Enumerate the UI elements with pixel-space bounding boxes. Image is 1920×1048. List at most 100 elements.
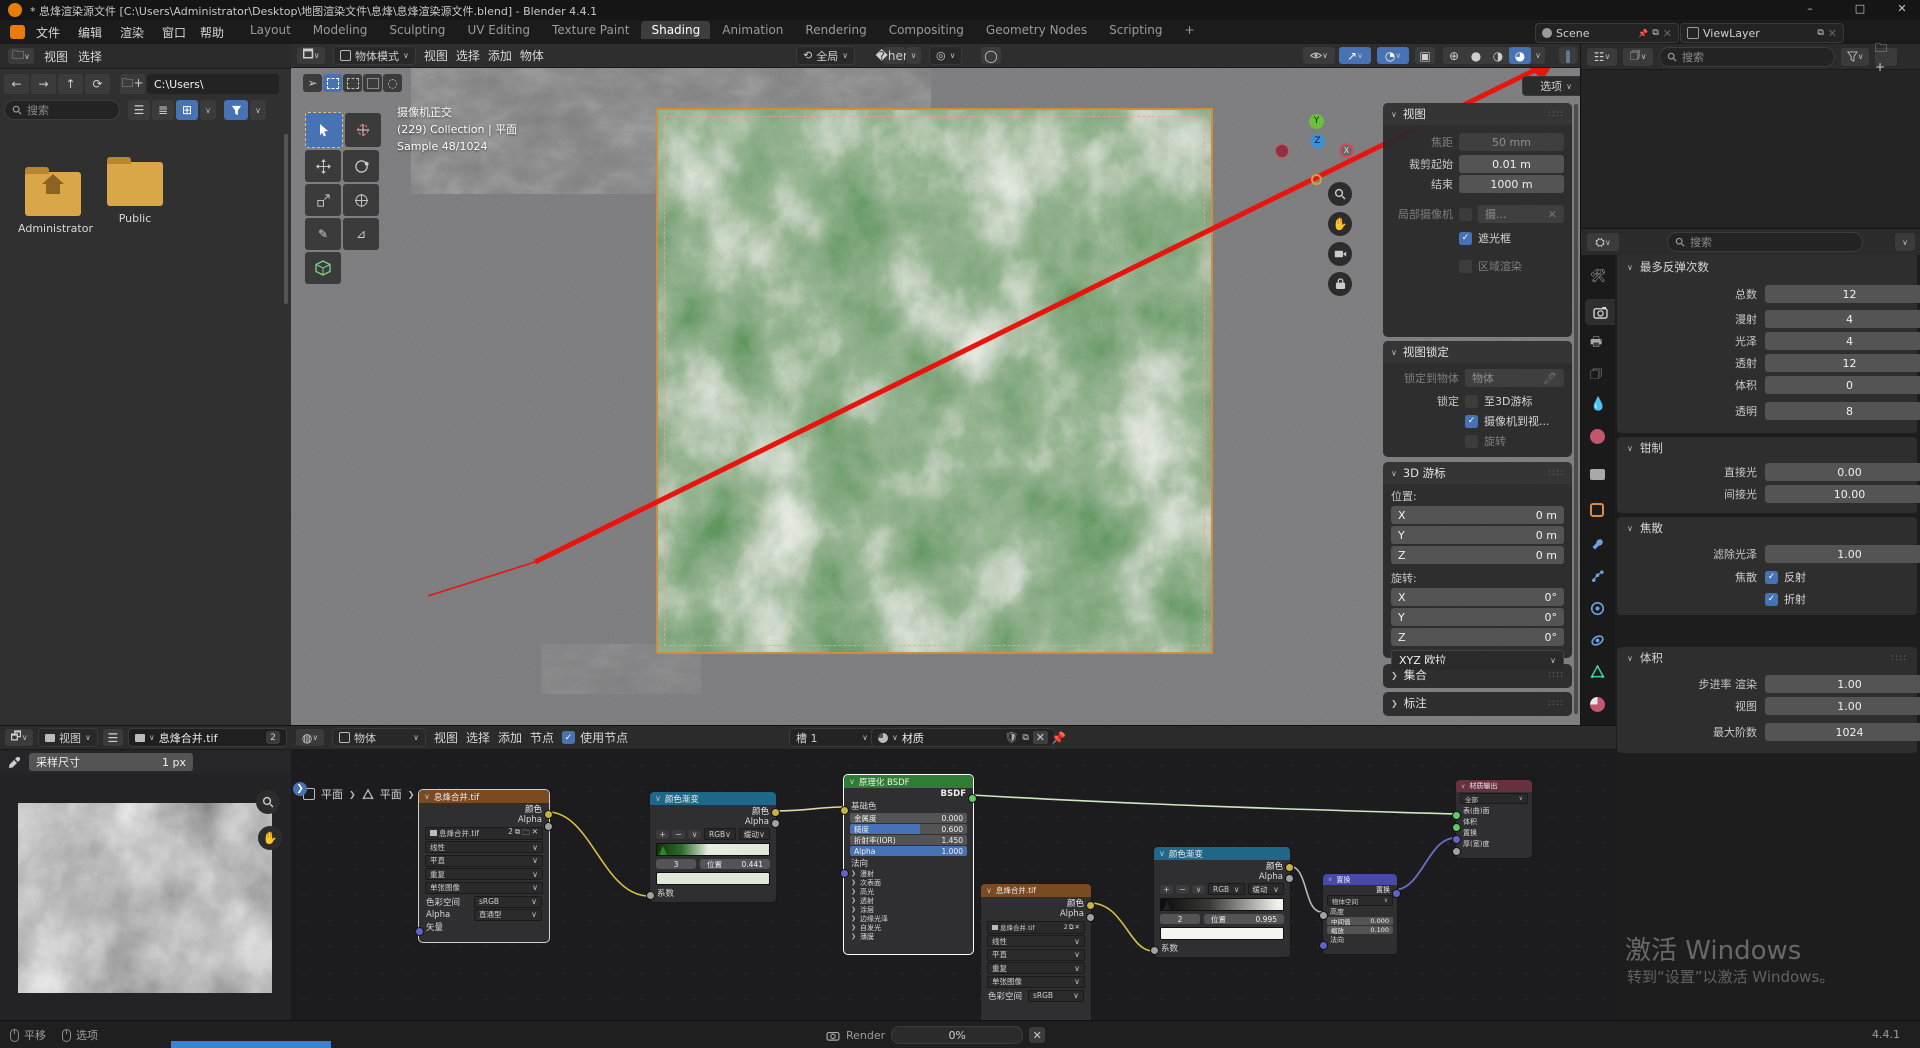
local-camera-field[interactable]: 摄...✕ bbox=[1478, 205, 1564, 223]
tab-shading[interactable]: Shading bbox=[641, 21, 710, 39]
file-browser-type-icon[interactable]: 🗀∨ bbox=[8, 48, 34, 64]
passepartout-checkbox[interactable]: ✓ bbox=[1459, 232, 1472, 245]
socket-displacement-in[interactable] bbox=[1452, 835, 1461, 844]
cursor-rot-z[interactable]: Z0° bbox=[1391, 628, 1564, 646]
tab-geometry-nodes[interactable]: Geometry Nodes bbox=[976, 21, 1097, 39]
xray-toggle[interactable]: ▣ bbox=[1415, 47, 1435, 64]
roughness-slider[interactable]: 糙度0.600 bbox=[850, 824, 967, 834]
clamp-indirect[interactable]: 10.00 bbox=[1765, 485, 1920, 503]
caustics-reflective-checkbox[interactable]: ✓ bbox=[1765, 571, 1778, 584]
visibility-dropdown[interactable]: ∨ bbox=[1303, 47, 1335, 64]
move-tool[interactable] bbox=[305, 150, 341, 182]
viewport-menu-add[interactable]: 添加 bbox=[488, 47, 512, 64]
socket-height-in[interactable] bbox=[1319, 911, 1328, 920]
minimize-button[interactable]: – bbox=[1790, 2, 1830, 15]
menu-edit[interactable]: 编辑 bbox=[78, 24, 102, 41]
node-header[interactable]: ∨息烽合并.tif bbox=[981, 884, 1091, 897]
filter-funnel-icon[interactable] bbox=[224, 100, 248, 120]
bounces-transmission[interactable]: 12 bbox=[1765, 354, 1920, 372]
npanel-cursor-header[interactable]: ∨3D 游标:::: bbox=[1383, 462, 1572, 484]
ramp-add-stop[interactable]: + bbox=[1160, 885, 1173, 894]
outliner-display-mode-icon[interactable]: ☷∨ bbox=[1587, 48, 1617, 66]
extension-dropdown[interactable]: 重复∨ bbox=[425, 868, 543, 880]
maximize-button[interactable]: □ bbox=[1840, 2, 1880, 15]
midlevel-field[interactable]: 中间值0.000 bbox=[1327, 917, 1393, 925]
file-menu-select[interactable]: 选择 bbox=[78, 48, 102, 65]
cursor-y[interactable]: Y0 m bbox=[1391, 526, 1564, 544]
file-search-input[interactable]: 搜索 bbox=[4, 100, 120, 120]
shading-solid-icon[interactable]: ● bbox=[1465, 47, 1487, 64]
axis-y-ball[interactable]: Y bbox=[1309, 114, 1324, 129]
cursor-z[interactable]: Z0 m bbox=[1391, 546, 1564, 564]
viewport-options-dropdown[interactable]: 选项∨ bbox=[1522, 76, 1580, 96]
displacement-space-dropdown[interactable]: 物体空间∨ bbox=[1327, 895, 1393, 906]
bounces-volume[interactable]: 0 bbox=[1765, 376, 1920, 394]
node-header[interactable]: ∨材质输出 bbox=[1456, 780, 1532, 792]
image-pan-hand-icon[interactable]: ✋ bbox=[258, 826, 282, 850]
sample-size-field[interactable]: 采样尺寸1 px bbox=[29, 753, 193, 771]
copy-material-icon[interactable]: ⧉ bbox=[1022, 733, 1028, 743]
ramp-mode-dropdown[interactable]: RGB∨ bbox=[704, 828, 736, 840]
socket-alpha-out[interactable] bbox=[1285, 874, 1294, 883]
image-editor-type-icon[interactable]: 🗗∨ bbox=[5, 729, 33, 746]
clamping-header[interactable]: ∨钳制 bbox=[1617, 437, 1917, 459]
ramp-handle-active[interactable] bbox=[1274, 901, 1282, 910]
ramp-interp-dropdown[interactable]: 缓动∨ bbox=[739, 828, 770, 840]
viewport-menu-view[interactable]: 视图 bbox=[424, 47, 448, 64]
lock-icon[interactable] bbox=[1328, 272, 1352, 296]
npanel-view-header[interactable]: ∨视图:::: bbox=[1383, 103, 1572, 125]
npanel-lock-header[interactable]: ∨视图锁定 bbox=[1383, 341, 1572, 363]
transform-orientation-dropdown[interactable]: ⟲ 全局∨ bbox=[796, 46, 855, 65]
tweak-mode-icon[interactable]: ➢ bbox=[303, 74, 322, 92]
node-header[interactable]: ∨颜色渐变 bbox=[650, 792, 776, 805]
cursor-x[interactable]: X0 m bbox=[1391, 506, 1564, 524]
forward-button[interactable]: → bbox=[31, 74, 56, 94]
socket-bsdf-out[interactable] bbox=[968, 794, 977, 803]
ramp-options[interactable]: ∨ bbox=[688, 830, 701, 839]
mode-dropdown[interactable]: 物体模式∨ bbox=[333, 46, 416, 65]
tab-material-icon[interactable] bbox=[1590, 697, 1605, 712]
shader-type-dropdown[interactable]: 物体∨ bbox=[332, 728, 426, 747]
projection-dropdown[interactable]: 平直∨ bbox=[987, 949, 1085, 961]
socket-alpha-out[interactable] bbox=[544, 822, 553, 831]
bounces-glossy[interactable]: 4 bbox=[1765, 332, 1920, 350]
socket-color-out[interactable] bbox=[771, 808, 780, 817]
cursor-rot-x[interactable]: X0° bbox=[1391, 588, 1564, 606]
node-image-texture-2[interactable]: ∨息烽合并.tif 颜色 Alpha 息烽合并.tif2⧉✕ 线性∨ 平直∨ 重… bbox=[980, 883, 1092, 1021]
eyedropper-icon[interactable] bbox=[8, 756, 21, 769]
refresh-button[interactable]: ⟳ bbox=[85, 74, 110, 94]
cancel-render-icon[interactable]: ✕ bbox=[1029, 1027, 1045, 1043]
socket-basecolor-in[interactable] bbox=[840, 806, 849, 815]
alpha-mode-dropdown[interactable]: 直通型∨ bbox=[474, 909, 542, 921]
npanel-collections[interactable]: ❯集合:::: bbox=[1383, 664, 1572, 688]
tab-animation[interactable]: Animation bbox=[712, 21, 793, 39]
bounces-header[interactable]: ∨最多反弹次数 bbox=[1617, 255, 1917, 279]
path-field[interactable]: C:\Users\ bbox=[147, 74, 279, 94]
outliner-filter-type-icon[interactable]: 🗇∨ bbox=[1623, 48, 1653, 66]
colorspace-dropdown[interactable]: sRGB∨ bbox=[474, 896, 542, 908]
rotate-tool[interactable] bbox=[343, 150, 379, 182]
properties-options-dropdown[interactable]: ∨ bbox=[1895, 233, 1915, 251]
image-preview[interactable] bbox=[18, 803, 272, 993]
new-collection-icon[interactable]: 🗀+ bbox=[1875, 48, 1897, 66]
node-menu-add[interactable]: 添加 bbox=[498, 729, 522, 746]
properties-type-icon[interactable]: ⛭∨ bbox=[1587, 233, 1619, 251]
material-datablock[interactable]: ∨材质🛡⧉✕ bbox=[871, 728, 1055, 747]
tab-constraints-icon[interactable] bbox=[1590, 633, 1605, 648]
ramp-position[interactable]: 位置0.441 bbox=[700, 859, 770, 869]
zoom-icon[interactable] bbox=[1328, 182, 1352, 206]
node-header[interactable]: ∨原理化 BSDF bbox=[844, 775, 973, 788]
image-datablock-selector[interactable]: ∨息烽合并.tif2 bbox=[128, 728, 287, 747]
proportional-editing-icon[interactable]: ◯ bbox=[981, 47, 1001, 64]
section-thin-film[interactable]: ❯薄膜 bbox=[844, 932, 973, 941]
viewport-menu-object[interactable]: 物体 bbox=[520, 47, 544, 64]
socket-fac-in[interactable] bbox=[1150, 946, 1159, 955]
bounces-diffuse[interactable]: 4 bbox=[1765, 310, 1920, 328]
menu-window[interactable]: 窗口 bbox=[162, 24, 186, 41]
socket-normal-in[interactable] bbox=[840, 869, 849, 878]
pause-render-button[interactable]: ‖ bbox=[1559, 47, 1577, 64]
blender-menu-icon[interactable] bbox=[10, 25, 25, 39]
tab-collection-icon[interactable] bbox=[1590, 469, 1605, 480]
ramp-add-stop[interactable]: + bbox=[656, 830, 669, 839]
shading-rendered-icon[interactable]: ◕ bbox=[1509, 47, 1531, 64]
